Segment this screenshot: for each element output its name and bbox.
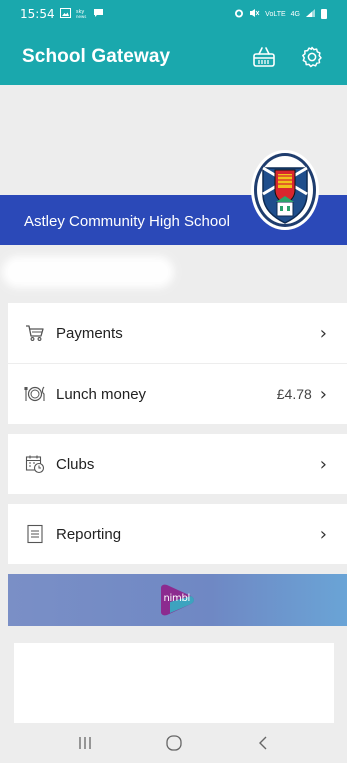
- document-icon: [24, 523, 46, 545]
- basket-icon: [253, 46, 275, 67]
- school-crest: [249, 148, 321, 232]
- battery-icon: [321, 9, 327, 19]
- chevron-right-icon: ›: [319, 523, 327, 545]
- calendar-clock-icon: [24, 453, 46, 475]
- menu-label-clubs: Clubs: [56, 455, 95, 473]
- menu-label-payments: Payments: [56, 324, 123, 342]
- menu-right-lunch-money: £4.78 ›: [277, 384, 327, 405]
- recent-apps-icon: [78, 737, 91, 749]
- empty-card: [14, 643, 334, 723]
- chevron-right-icon: ›: [319, 383, 327, 405]
- menu-item-reporting[interactable]: Reporting ›: [8, 504, 347, 564]
- menu-label-reporting: Reporting: [56, 525, 122, 543]
- settings-button[interactable]: [299, 44, 325, 70]
- menu-right-reporting: ›: [312, 524, 327, 545]
- home-icon: [165, 735, 182, 751]
- signal-icon: [305, 8, 316, 20]
- sky-news-icon: sky news: [76, 7, 88, 21]
- chevron-right-icon: ›: [319, 322, 327, 344]
- settings-icon: [302, 46, 322, 67]
- school-name: Astley Community High School: [24, 213, 230, 230]
- home-button[interactable]: [159, 728, 189, 758]
- status-bar: 15:54 sky news VoLTE 4G: [0, 0, 347, 28]
- svg-text:news: news: [76, 14, 86, 18]
- mute-icon: [249, 8, 260, 20]
- app-title: School Gateway: [22, 45, 171, 67]
- menu-item-payments[interactable]: Payments ›: [8, 303, 347, 363]
- status-time: 15:54: [20, 7, 55, 21]
- menu-item-clubs[interactable]: Clubs ›: [8, 434, 347, 494]
- gallery-icon: [59, 7, 71, 21]
- net-type: 4G: [290, 10, 300, 18]
- status-right: VoLTE 4G: [234, 8, 327, 20]
- redacted-student-name: [8, 262, 168, 282]
- alarm-icon: [234, 8, 244, 20]
- cart-icon: [24, 322, 46, 344]
- app-bar: School Gateway: [0, 28, 347, 85]
- lunch-money-balance: £4.78: [276, 386, 312, 402]
- nimbl-logo: nimbl: [158, 582, 198, 618]
- status-left: 15:54 sky news: [20, 7, 104, 21]
- chevron-right-icon: ›: [319, 453, 327, 475]
- menu-label-lunch-money: Lunch money: [56, 385, 147, 403]
- system-nav-bar: [0, 723, 347, 763]
- nimbl-banner[interactable]: nimbl: [8, 574, 347, 626]
- menu-item-lunch-money[interactable]: Lunch money £4.78 ›: [8, 364, 347, 424]
- volte-icon: VoLTE: [265, 10, 286, 18]
- app-bar-actions: [251, 44, 325, 70]
- plate-cutlery-icon: [24, 383, 46, 405]
- nimbl-logo-text: nimbl: [163, 593, 191, 604]
- back-icon: [258, 736, 266, 750]
- basket-button[interactable]: [251, 44, 277, 70]
- chat-icon: [93, 7, 104, 21]
- menu-right-clubs: ›: [312, 454, 327, 475]
- recent-apps-button[interactable]: [70, 728, 100, 758]
- back-button[interactable]: [248, 728, 278, 758]
- menu-right-payments: ›: [312, 323, 327, 344]
